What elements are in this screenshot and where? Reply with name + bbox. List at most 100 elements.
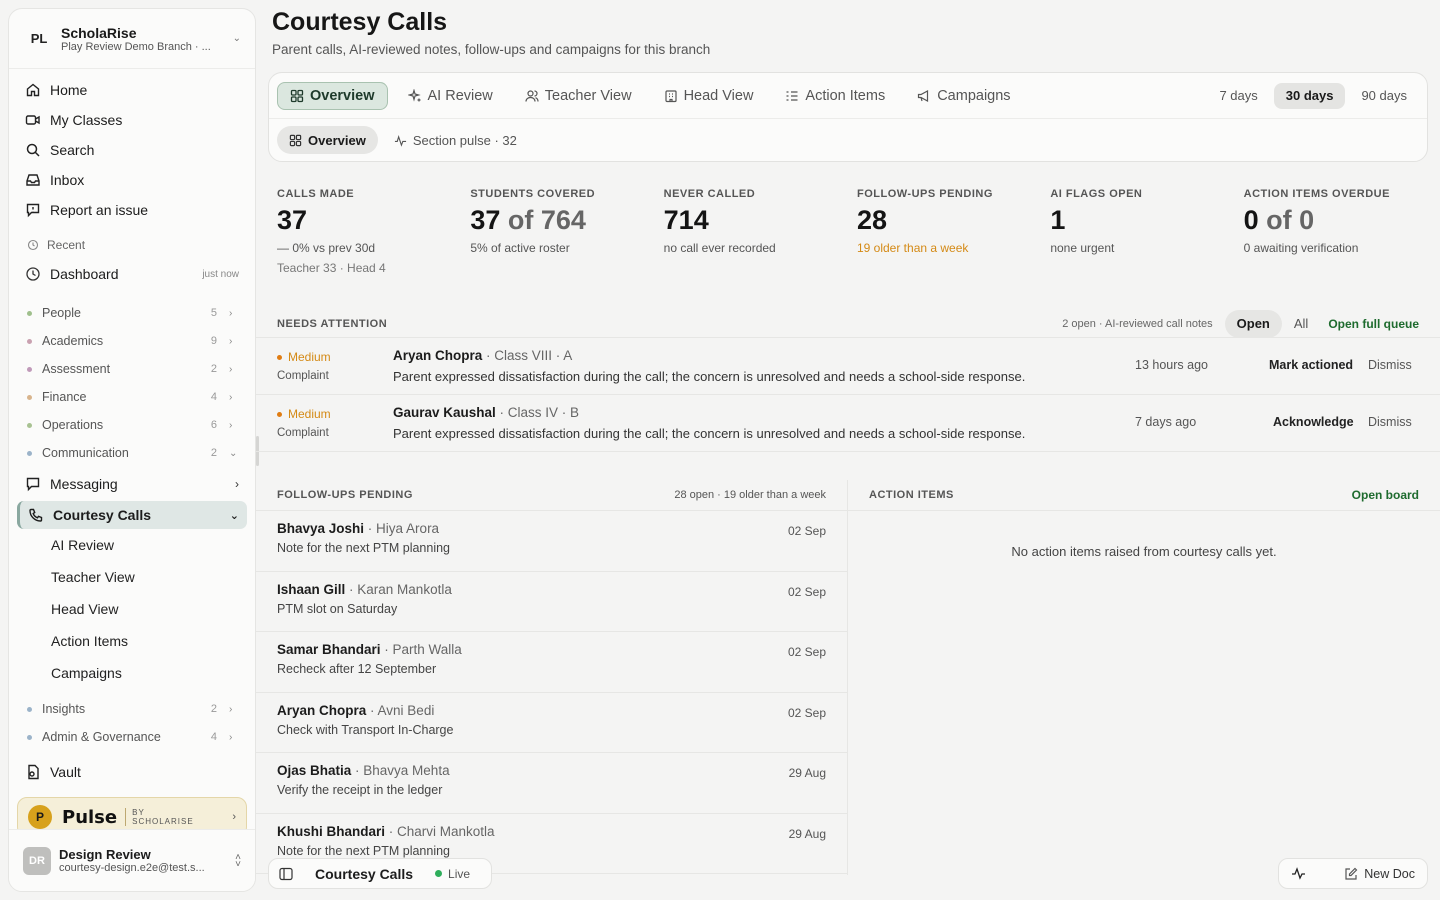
sidebar-toggle-icon[interactable] (279, 867, 293, 881)
nav-vault[interactable]: Vault (17, 757, 247, 787)
tab-campaigns[interactable]: Campaigns (905, 82, 1022, 110)
user-email: courtesy-design.e2e@test.s... (59, 862, 205, 874)
dismiss-button[interactable]: Dismiss (1368, 415, 1412, 429)
attention-student: Gaurav Kaushal · Class IV · B (393, 405, 580, 420)
primary-nav: Home My Classes Search Inbox Report an i… (9, 69, 255, 793)
filter-all[interactable]: All (1282, 310, 1320, 338)
nav-my-classes[interactable]: My Classes (17, 105, 247, 135)
user-menu[interactable]: DR Design Review courtesy-design.e2e@tes… (9, 829, 255, 891)
section-label: FOLLOW-UPS PENDING (277, 489, 413, 501)
sidebar: PL ScholaRise Play Review Demo Branch · … (8, 8, 256, 892)
attention-row[interactable]: Medium Complaint Aryan Chopra · Class VI… (256, 338, 1440, 395)
bottom-tab-title[interactable]: Courtesy Calls (315, 866, 413, 882)
chevron-right-icon: › (229, 307, 233, 319)
vault-icon (25, 764, 41, 780)
chevron-down-icon: ⌄ (229, 509, 239, 522)
tab-action-items[interactable]: Action Items (773, 82, 897, 110)
open-board-link[interactable]: Open board (1352, 488, 1419, 502)
chevron-updown-icon: ⌄ (232, 33, 241, 44)
new-doc-button[interactable]: New Doc (1344, 867, 1415, 881)
group-count: 6 (210, 419, 217, 431)
main-content: Courtesy Calls Parent calls, AI-reviewed… (256, 0, 1440, 900)
range-90-days[interactable]: 90 days (1349, 83, 1419, 109)
follow-up-row[interactable]: Ishaan Gill · Karan Mankotla PTM slot on … (256, 572, 847, 632)
subnav-campaigns[interactable]: Campaigns (51, 657, 247, 689)
bottom-tab-bar: Courtesy Calls Live (268, 858, 492, 889)
courtesy-subnav: AI Review Teacher View Head View Action … (17, 529, 247, 689)
group-dot (27, 394, 32, 400)
tab-teacher-view[interactable]: Teacher View (513, 82, 644, 110)
group-assessment[interactable]: Assessment 2 › (17, 355, 247, 383)
kpi-follow-ups-pending: FOLLOW-UPS PENDING 28 19 older than a we… (856, 188, 993, 255)
workspace-name: ScholaRise (61, 24, 137, 41)
severity-dot (277, 354, 282, 360)
grid-icon (290, 89, 304, 103)
group-communication[interactable]: Communication 2 ⌄ (17, 439, 247, 467)
attention-row[interactable]: Medium Complaint Gaurav Kaushal · Class … (256, 395, 1440, 452)
nav-inbox[interactable]: Inbox (17, 165, 247, 195)
follow-up-row[interactable]: Ojas Bhatia · Bhavya Mehta Verify the rec… (256, 753, 847, 814)
range-30-days[interactable]: 30 days (1273, 82, 1346, 109)
tab-overview[interactable]: Overview (277, 81, 388, 110)
users-icon (525, 89, 539, 103)
group-academics[interactable]: Academics 9 › (17, 327, 247, 355)
nav-home[interactable]: Home (17, 75, 247, 105)
group-dot (27, 310, 32, 316)
kpi-calls-made: CALLS MADE 37 — 0% vs prev 30d Teacher 3… (277, 188, 386, 275)
acknowledge-button[interactable]: Acknowledge (1273, 415, 1354, 429)
tab-ai-review[interactable]: AI Review (396, 82, 505, 110)
nav-report-issue[interactable]: Report an issue (17, 195, 247, 225)
chevron-right-icon: › (229, 335, 233, 347)
pulse-badge: P (28, 805, 52, 829)
range-7-days[interactable]: 7 days (1207, 83, 1269, 109)
subtab-overview[interactable]: Overview (277, 126, 378, 154)
group-count: 2 (210, 447, 217, 459)
subnav-ai-review[interactable]: AI Review (51, 529, 247, 561)
workspace-switcher[interactable]: PL ScholaRise Play Review Demo Branch · … (9, 9, 255, 69)
action-items-header: ACTION ITEMS Open board (848, 480, 1440, 511)
kpi-ai-flags-open: AI FLAGS OPEN 1 none urgent (1050, 188, 1143, 255)
subnav-action-items[interactable]: Action Items (51, 625, 247, 657)
group-dot (27, 706, 32, 712)
nav-courtesy-calls[interactable]: Courtesy Calls ⌄ (17, 501, 247, 529)
nav-search[interactable]: Search (17, 135, 247, 165)
follow-up-row[interactable]: Aryan Chopra · Avni Bedi Check with Trans… (256, 693, 847, 753)
chevron-right-icon: › (229, 731, 233, 743)
megaphone-icon (917, 89, 931, 103)
activity-icon[interactable] (1291, 866, 1306, 881)
subnav-head-view[interactable]: Head View (51, 593, 247, 625)
group-insights[interactable]: Insights 2 › (17, 695, 247, 723)
page-subtitle: Parent calls, AI-reviewed notes, follow-… (272, 42, 711, 57)
video-icon (25, 112, 41, 128)
group-count: 2 (210, 363, 217, 375)
mark-actioned-button[interactable]: Mark actioned (1269, 358, 1353, 372)
group-dot (27, 734, 32, 740)
follow-ups-header: FOLLOW-UPS PENDING 28 open · 19 older th… (256, 480, 847, 511)
follow-up-row[interactable]: Bhavya Joshi · Hiya Arora Note for the ne… (256, 511, 847, 572)
list-icon (785, 89, 799, 103)
subtab-section-pulse[interactable]: Section pulse · 32 (382, 126, 529, 154)
home-icon (25, 82, 41, 98)
recent-item-dashboard[interactable]: Dashboard just now (17, 259, 247, 289)
bottom-actions: New Doc (1278, 858, 1428, 889)
group-admin-governance[interactable]: Admin & Governance 4 › (17, 723, 247, 751)
chevron-right-icon: › (232, 811, 236, 823)
live-dot (435, 870, 443, 877)
subnav-teacher-view[interactable]: Teacher View (51, 561, 247, 593)
group-operations[interactable]: Operations 6 › (17, 411, 247, 439)
chevron-right-icon: › (229, 391, 233, 403)
open-full-queue-link[interactable]: Open full queue (1328, 317, 1419, 331)
group-people[interactable]: People 5 › (17, 299, 247, 327)
recent-time: just now (202, 268, 239, 280)
group-dot (27, 450, 32, 456)
edit-icon (1345, 867, 1358, 880)
empty-state: No action items raised from courtesy cal… (1011, 544, 1277, 559)
subtab-row: Overview Section pulse · 32 (269, 119, 1427, 161)
filter-open[interactable]: Open (1224, 309, 1282, 338)
nav-messaging[interactable]: Messaging › (17, 469, 247, 499)
dismiss-button[interactable]: Dismiss (1368, 358, 1412, 372)
follow-up-row[interactable]: Samar Bhandari · Parth Walla Recheck afte… (256, 632, 847, 693)
attention-time: 13 hours ago (1135, 358, 1208, 372)
tab-head-view[interactable]: Head View (652, 82, 766, 110)
group-finance[interactable]: Finance 4 › (17, 383, 247, 411)
